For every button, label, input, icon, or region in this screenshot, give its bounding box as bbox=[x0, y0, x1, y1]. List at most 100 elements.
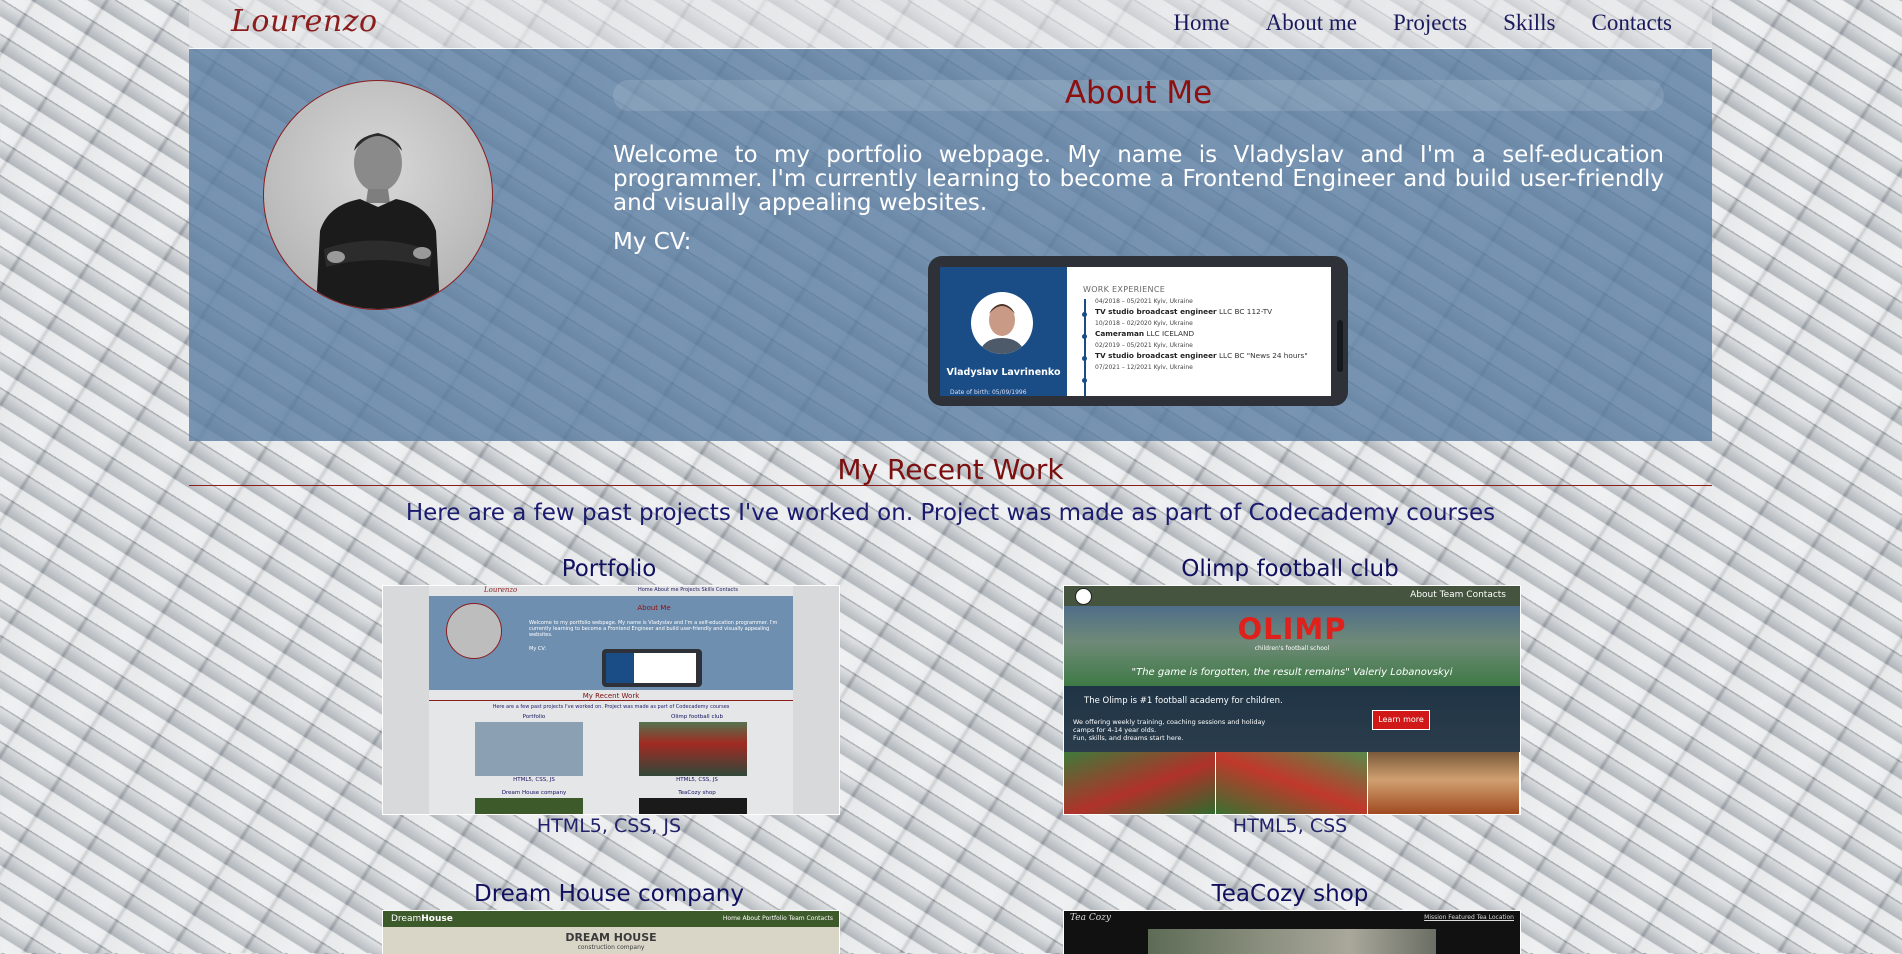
cv-name: Vladyslav Lavrinenko bbox=[946, 367, 1061, 378]
nav-about-me[interactable]: About me bbox=[1266, 10, 1357, 36]
cv-entry-company: LLC BC "News 24 hours" bbox=[1218, 351, 1308, 360]
teacozy-hero-image bbox=[1148, 929, 1436, 954]
cv-tablet-preview[interactable]: Vladyslav Lavrinenko Date of birth: 05/0… bbox=[928, 256, 1348, 406]
about-section: About Me Welcome to my portfolio webpage… bbox=[189, 49, 1712, 441]
olimp-learn-more-button: Learn more bbox=[1372, 710, 1430, 730]
mini-cv-tablet bbox=[602, 649, 702, 687]
cv-sidebar: Vladyslav Lavrinenko Date of birth: 05/0… bbox=[940, 267, 1067, 396]
project-title-teacozy: TeaCozy shop bbox=[1211, 881, 1369, 907]
project-tech-portfolio: HTML5, CSS, JS bbox=[536, 815, 682, 837]
project-title-olimp: Olimp football club bbox=[1181, 556, 1399, 582]
about-description: Welcome to my portfolio webpage. My name… bbox=[613, 142, 1664, 216]
dream-header: DreamHouse Home About Portfolio Team Con… bbox=[383, 911, 839, 927]
cv-section-title: WORK EXPERIENCE bbox=[1083, 285, 1166, 294]
mini-project-title: TeaCozy shop bbox=[678, 790, 716, 796]
dream-nav-links: Home About Portfolio Team Contacts bbox=[722, 915, 833, 922]
nav-projects[interactable]: Projects bbox=[1393, 10, 1467, 36]
olimp-logo: OLIMP bbox=[1237, 612, 1347, 646]
cv-entry: 07/2021 – 12/2021 Kyiv, Ukraine bbox=[1082, 364, 1331, 383]
project-thumb-portfolio[interactable]: Lourenzo Home About me Projects Skills C… bbox=[382, 585, 840, 815]
nav-skills[interactable]: Skills bbox=[1503, 10, 1555, 36]
olimp-subtitle: children's football school bbox=[1254, 645, 1330, 652]
cv-entry-role: TV studio broadcast engineer bbox=[1095, 307, 1217, 316]
mini-nav-links: Home About me Projects Skills Contacts bbox=[637, 587, 738, 593]
olimp-desc-line: camps for 4-14 year olds. bbox=[1073, 726, 1157, 734]
mini-project-thumb bbox=[639, 798, 747, 814]
cv-entry-date: 07/2021 – 12/2021 Kyiv, Ukraine bbox=[1095, 364, 1193, 371]
dream-subheading: construction company bbox=[577, 944, 645, 951]
cv-entry-position: TV studio broadcast engineer LLC BC "New… bbox=[1095, 351, 1331, 360]
cv-entry-company: LLC ICELAND bbox=[1146, 329, 1195, 338]
mini-logo: Lourenzo bbox=[484, 586, 518, 594]
main-nav: Home About me Projects Skills Contacts bbox=[1137, 10, 1672, 36]
cv-content: WORK EXPERIENCE 04/2018 – 05/2021 Kyiv, … bbox=[1067, 267, 1331, 396]
mini-project-thumb bbox=[475, 722, 583, 776]
cv-entry-role: Cameraman bbox=[1095, 329, 1145, 338]
person-silhouette-icon bbox=[316, 133, 440, 309]
project-title-dream-house: Dream House company bbox=[473, 881, 744, 907]
olimp-photo-strip bbox=[1064, 752, 1520, 814]
olimp-quote: "The game is forgotten, the result remai… bbox=[1131, 667, 1453, 678]
dream-logo-b: House bbox=[421, 914, 453, 924]
mini-project-title: Olimp football club bbox=[670, 714, 723, 720]
cv-dob: Date of birth: 05/09/1996 bbox=[950, 389, 1027, 396]
mini-avatar bbox=[446, 603, 502, 659]
dream-heading: DREAM HOUSE bbox=[565, 931, 657, 944]
cv-screen[interactable]: Vladyslav Lavrinenko Date of birth: 05/0… bbox=[940, 267, 1331, 396]
site-logo[interactable]: Lourenzo bbox=[231, 4, 378, 39]
photo-tile bbox=[1368, 752, 1520, 814]
cv-entry-date: 04/2018 – 05/2021 Kyiv, Ukraine bbox=[1095, 298, 1193, 305]
recent-work-subtitle: Here are a few past projects I've worked… bbox=[405, 500, 1496, 526]
project-thumb-olimp[interactable]: About Team Contacts OLIMP children's foo… bbox=[1063, 585, 1521, 815]
mini-header: Lourenzo Home About me Projects Skills C… bbox=[429, 586, 793, 596]
recent-work-title: My Recent Work bbox=[837, 453, 1064, 486]
olimp-description: We offering weekly training, coaching se… bbox=[1073, 718, 1265, 742]
nav-home[interactable]: Home bbox=[1173, 10, 1229, 36]
top-header: Lourenzo Home About me Projects Skills C… bbox=[189, 0, 1712, 49]
cv-entry: 10/2018 – 02/2020 Kyiv, Ukraine Camerama… bbox=[1082, 320, 1331, 339]
mini-work-subtitle: Here are a few past projects I've worked… bbox=[492, 704, 730, 710]
teacozy-logo: Tea Cozy bbox=[1070, 913, 1111, 923]
mini-project-tech: HTML5, CSS, JS bbox=[676, 777, 718, 783]
tablet-home-button bbox=[1337, 320, 1343, 372]
about-title-bar: About Me bbox=[613, 78, 1664, 111]
olimp-desc-line: We offering weekly training, coaching se… bbox=[1073, 718, 1266, 726]
olimp-nav-links: About Team Contacts bbox=[1410, 590, 1506, 600]
project-thumb-dream-house[interactable]: DreamHouse Home About Portfolio Team Con… bbox=[382, 910, 840, 954]
mini-project-thumb bbox=[639, 722, 747, 776]
page-container: Lourenzo Home About me Projects Skills C… bbox=[189, 0, 1712, 954]
olimp-headline: The Olimp is #1 football academy for chi… bbox=[1084, 696, 1283, 706]
olimp-header: About Team Contacts bbox=[1064, 586, 1520, 606]
dream-logo: DreamHouse bbox=[391, 914, 453, 924]
football-icon bbox=[1075, 588, 1092, 605]
mini-project-title: Dream House company bbox=[501, 790, 567, 796]
mini-work-title: My Recent Work bbox=[429, 692, 793, 701]
mini-project-thumb bbox=[475, 798, 583, 814]
photo-tile bbox=[1064, 752, 1216, 814]
mini-about-text: Welcome to my portfolio webpage. My name… bbox=[529, 620, 778, 638]
mini-about-title: About Me bbox=[637, 604, 671, 612]
cv-entry-position: Cameraman LLC ICELAND bbox=[1095, 329, 1331, 338]
cv-photo bbox=[971, 292, 1033, 354]
cv-entry-date: 10/2018 – 02/2020 Kyiv, Ukraine bbox=[1095, 320, 1193, 327]
project-tech-olimp: HTML5, CSS bbox=[1232, 815, 1348, 837]
olimp-desc-line: Fun, skills, and dreams start here. bbox=[1073, 734, 1184, 742]
dream-logo-a: Dream bbox=[391, 914, 422, 924]
cv-entry-role: TV studio broadcast engineer bbox=[1095, 351, 1217, 360]
cv-entry: 04/2018 – 05/2021 Kyiv, Ukraine TV studi… bbox=[1082, 298, 1331, 317]
profile-photo bbox=[263, 80, 493, 310]
section-divider bbox=[189, 485, 1712, 486]
mini-about: About Me Welcome to my portfolio webpage… bbox=[429, 596, 793, 690]
cv-label: My CV: bbox=[613, 229, 692, 255]
project-title-portfolio: Portfolio bbox=[561, 556, 657, 582]
teacozy-nav-links: Mission Featured Tea Location bbox=[1424, 914, 1514, 921]
project-thumb-teacozy[interactable]: Tea Cozy Mission Featured Tea Location bbox=[1063, 910, 1521, 954]
cv-entry: 02/2019 – 05/2021 Kyiv, Ukraine TV studi… bbox=[1082, 342, 1331, 361]
cv-entry-date: 02/2019 – 05/2021 Kyiv, Ukraine bbox=[1095, 342, 1193, 349]
nav-contacts[interactable]: Contacts bbox=[1592, 10, 1673, 36]
photo-tile bbox=[1216, 752, 1368, 814]
cv-entry-position: TV studio broadcast engineer LLC BC 112-… bbox=[1095, 307, 1331, 316]
cv-person-icon bbox=[979, 304, 1025, 354]
mini-project-title: Portfolio bbox=[522, 714, 546, 720]
mini-work: My Recent Work Here are a few past proje… bbox=[429, 690, 793, 814]
